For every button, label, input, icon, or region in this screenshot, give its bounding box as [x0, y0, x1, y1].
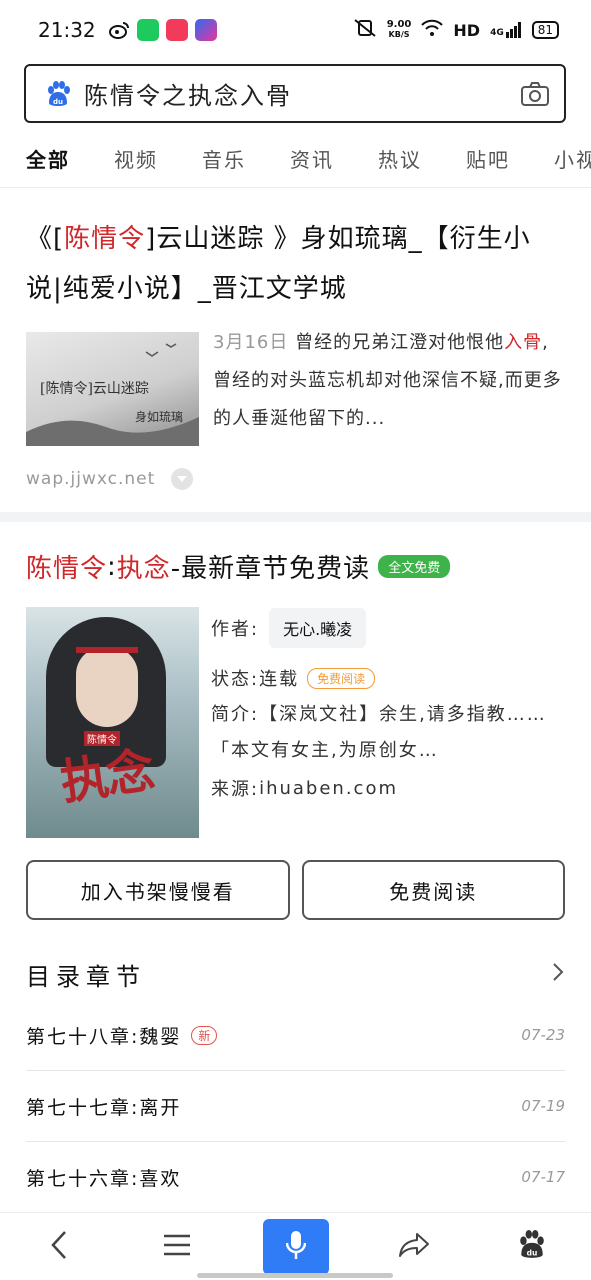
status-time: 21:32: [38, 18, 96, 42]
tab-tieba[interactable]: 贴吧: [466, 144, 510, 173]
cover-title: 执念: [57, 742, 157, 812]
divider: [0, 512, 591, 522]
result-snippet: 3月16日 曾经的兄弟江澄对他恨他入骨,曾经的对头蓝忘机却对他深信不疑,而更多的…: [213, 332, 562, 429]
tab-hot-discussion[interactable]: 热议: [378, 144, 422, 173]
svg-text:du: du: [527, 1248, 538, 1257]
toc-header[interactable]: 目录章节: [26, 954, 565, 994]
battery-indicator: 81: [531, 21, 559, 39]
chapter-name: 第七十八章:魏婴: [26, 1025, 182, 1048]
back-button[interactable]: [0, 1219, 118, 1275]
source-label: 来源:: [211, 779, 260, 800]
free-read-button[interactable]: 免费阅读: [301, 860, 565, 920]
status-value: 连载: [259, 669, 300, 690]
search-bar[interactable]: du: [24, 64, 566, 123]
search-input[interactable]: [84, 79, 520, 108]
tab-music[interactable]: 音乐: [202, 144, 246, 173]
tab-video[interactable]: 视频: [114, 144, 158, 173]
baidu-logo-icon: du: [44, 80, 72, 108]
book-intro: 简介:【深岚文社】余生,请多指教……「本文有女主,为原创女…: [211, 704, 547, 761]
voice-search-button[interactable]: [262, 1218, 329, 1275]
back-arrow-icon: [50, 1230, 68, 1264]
thumbnail-title: [陈情令]云山迷踪: [40, 381, 149, 397]
chapter-date: 07-17: [521, 1168, 565, 1186]
chapter-item[interactable]: 第七十七章:离开 07-19: [26, 1071, 565, 1142]
app-icon: [194, 19, 217, 41]
search-result-ihuaben: 陈情令 : 执念 -最新章节免费读 全文免费 陈情令 执念 作者: 无心.曦凌 …: [0, 522, 591, 1213]
svg-text:du: du: [53, 98, 63, 106]
new-badge: 新: [191, 1025, 218, 1045]
result-thumbnail[interactable]: [陈情令]云山迷踪 身如琉璃: [26, 332, 199, 446]
signal-icon: 4G: [490, 22, 522, 38]
toc-title: 目录章节: [26, 962, 146, 991]
chevron-right-icon[interactable]: [551, 961, 565, 987]
book-cover[interactable]: 陈情令 执念: [26, 607, 199, 838]
add-to-shelf-button[interactable]: 加入书架慢慢看: [26, 860, 290, 920]
status-bar: 21:32 9.00 KB/S HD 4G 81: [0, 0, 591, 60]
share-icon: [398, 1232, 430, 1262]
thumbnail-subtitle: 身如琉璃: [134, 410, 183, 424]
menu-button[interactable]: [118, 1219, 236, 1275]
author-chip[interactable]: 无心.曦凌: [269, 608, 367, 648]
search-tabs: 全部 视频 音乐 资讯 热议 贴吧 小视: [0, 130, 591, 188]
search-result-jjwxc[interactable]: 《[陈情令]云山迷踪 》身如琉璃_【衍生小说|纯爱小说】_晋江文学城 [陈情令]…: [0, 190, 591, 512]
chapter-name: 第七十七章:离开: [26, 1096, 182, 1119]
camera-icon[interactable]: [520, 81, 550, 107]
status-label: 状态:: [211, 669, 260, 690]
home-indicator[interactable]: [197, 1273, 393, 1278]
author-label: 作者:: [211, 619, 260, 640]
chapter-name: 第七十六章:喜欢: [26, 1167, 182, 1190]
mute-icon: [353, 18, 377, 42]
baidu-home-button[interactable]: du: [473, 1219, 591, 1275]
free-read-badge: 免费阅读: [307, 667, 376, 689]
wifi-icon: [421, 19, 444, 41]
chapter-list: 第七十八章:魏婴新 07-23 第七十七章:离开 07-19 第七十六章:喜欢 …: [26, 1000, 565, 1213]
source-value: ihuaben.com: [259, 777, 398, 799]
weibo-icon: [108, 19, 130, 41]
chapter-date: 07-19: [521, 1097, 565, 1115]
full-free-badge: 全文免费: [378, 555, 451, 578]
menu-icon: [163, 1233, 191, 1261]
chapter-date: 07-23: [521, 1026, 565, 1044]
chapter-item[interactable]: 第七十八章:魏婴新 07-23: [26, 1000, 565, 1071]
tab-news[interactable]: 资讯: [290, 144, 334, 173]
share-button[interactable]: [355, 1219, 473, 1275]
tab-short-video[interactable]: 小视: [554, 144, 591, 173]
chapter-item[interactable]: 第七十六章:喜欢 07-17: [26, 1142, 565, 1213]
microphone-icon: [285, 1230, 306, 1264]
baidu-paw-icon: du: [517, 1229, 547, 1264]
result-title[interactable]: 《[陈情令]云山迷踪 》身如琉璃_【衍生小说|纯爱小说】_晋江文学城: [26, 214, 565, 314]
video-app-icon: [165, 19, 188, 41]
result-source: wap.jjwxc.net: [26, 469, 156, 489]
iqiyi-icon: [136, 19, 159, 41]
chevron-down-icon[interactable]: [171, 468, 194, 490]
result-title[interactable]: 陈情令 : 执念 -最新章节免费读 全文免费: [26, 548, 565, 585]
net-speed: 9.00 KB/S: [386, 19, 412, 40]
hd-indicator: HD: [453, 20, 481, 40]
bottom-toolbar: du: [0, 1212, 591, 1280]
tab-all[interactable]: 全部: [26, 144, 70, 173]
